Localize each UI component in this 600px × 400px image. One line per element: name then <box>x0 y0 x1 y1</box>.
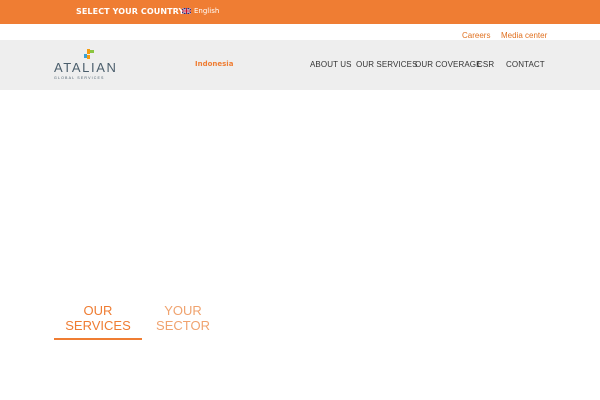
tab-services-line2: SERVICES <box>65 318 131 333</box>
tab-sector-line1: YOUR <box>164 303 202 318</box>
tab-your-sector[interactable]: YOUR SECTOR <box>150 303 216 333</box>
logo-tagline: GLOBAL SERVICES <box>54 76 105 80</box>
language-label: English <box>194 7 220 15</box>
region-label[interactable]: Indonesia <box>195 60 233 68</box>
logo-wordmark: ATALIAN <box>54 60 118 75</box>
atalian-logo[interactable]: ATALIAN GLOBAL SERVICES <box>52 49 122 83</box>
select-country-button[interactable]: SELECT YOUR COUNTRY <box>76 7 184 16</box>
active-tab-underline <box>54 338 142 340</box>
careers-link[interactable]: Careers <box>462 31 490 40</box>
nav-about-us[interactable]: ABOUT US <box>310 60 352 69</box>
main-header: ATALIAN GLOBAL SERVICES Indonesia ABOUT … <box>0 40 600 90</box>
tab-our-services[interactable]: OUR SERVICES <box>54 303 142 333</box>
tab-sector-line2: SECTOR <box>156 318 210 333</box>
nav-our-services[interactable]: OUR SERVICES <box>356 60 418 69</box>
language-selector[interactable]: English <box>182 7 219 15</box>
nav-our-coverage[interactable]: OUR COVERAGE <box>415 60 482 69</box>
media-center-link[interactable]: Media center <box>501 31 547 40</box>
nav-contact[interactable]: CONTACT <box>506 60 545 69</box>
nav-csr[interactable]: CSR <box>477 60 494 69</box>
top-bar: SELECT YOUR COUNTRY English <box>0 0 600 24</box>
tab-services-line1: OUR <box>83 303 113 318</box>
uk-flag-icon <box>182 8 191 14</box>
